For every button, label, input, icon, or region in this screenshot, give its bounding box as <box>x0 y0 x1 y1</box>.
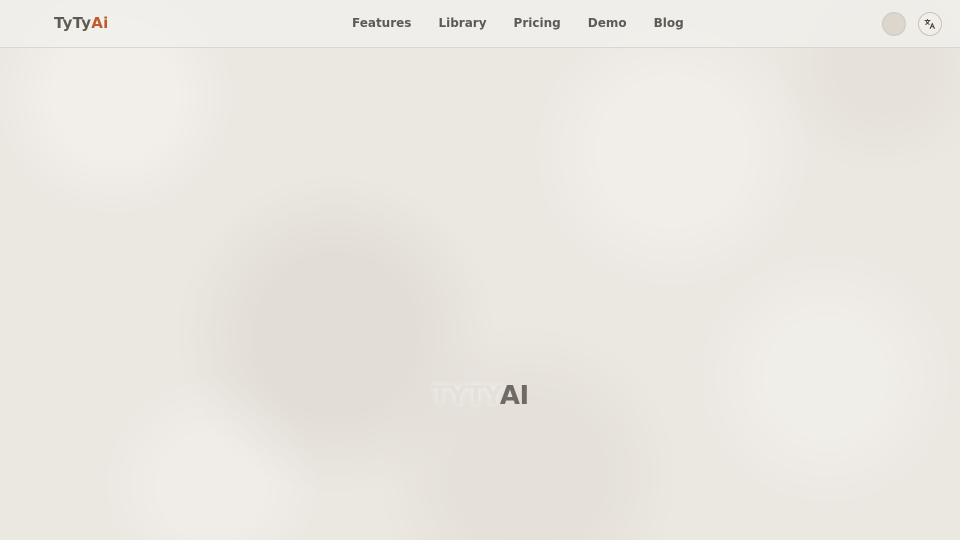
top-navbar: TyTyAi Features Library Pricing Demo Blo… <box>0 0 960 48</box>
translate-icon <box>924 19 935 29</box>
loading-logo: TYTYAI <box>0 378 960 414</box>
language-button[interactable] <box>918 12 942 36</box>
user-avatar-button[interactable] <box>882 12 906 36</box>
loading-logo-faded: TYTY <box>431 381 500 411</box>
brand-logo-part1: TyTy <box>54 14 92 32</box>
brand-logo[interactable]: TyTyAi <box>54 13 108 33</box>
main-nav: Features Library Pricing Demo Blog <box>342 14 701 32</box>
nav-item-demo[interactable]: Demo <box>578 14 637 32</box>
nav-item-features[interactable]: Features <box>342 14 421 32</box>
nav-item-pricing[interactable]: Pricing <box>504 14 571 32</box>
loading-logo-strong: AI <box>499 381 529 411</box>
nav-item-blog[interactable]: Blog <box>644 14 694 32</box>
nav-item-library[interactable]: Library <box>428 14 496 32</box>
brand-logo-part2: Ai <box>91 14 109 32</box>
